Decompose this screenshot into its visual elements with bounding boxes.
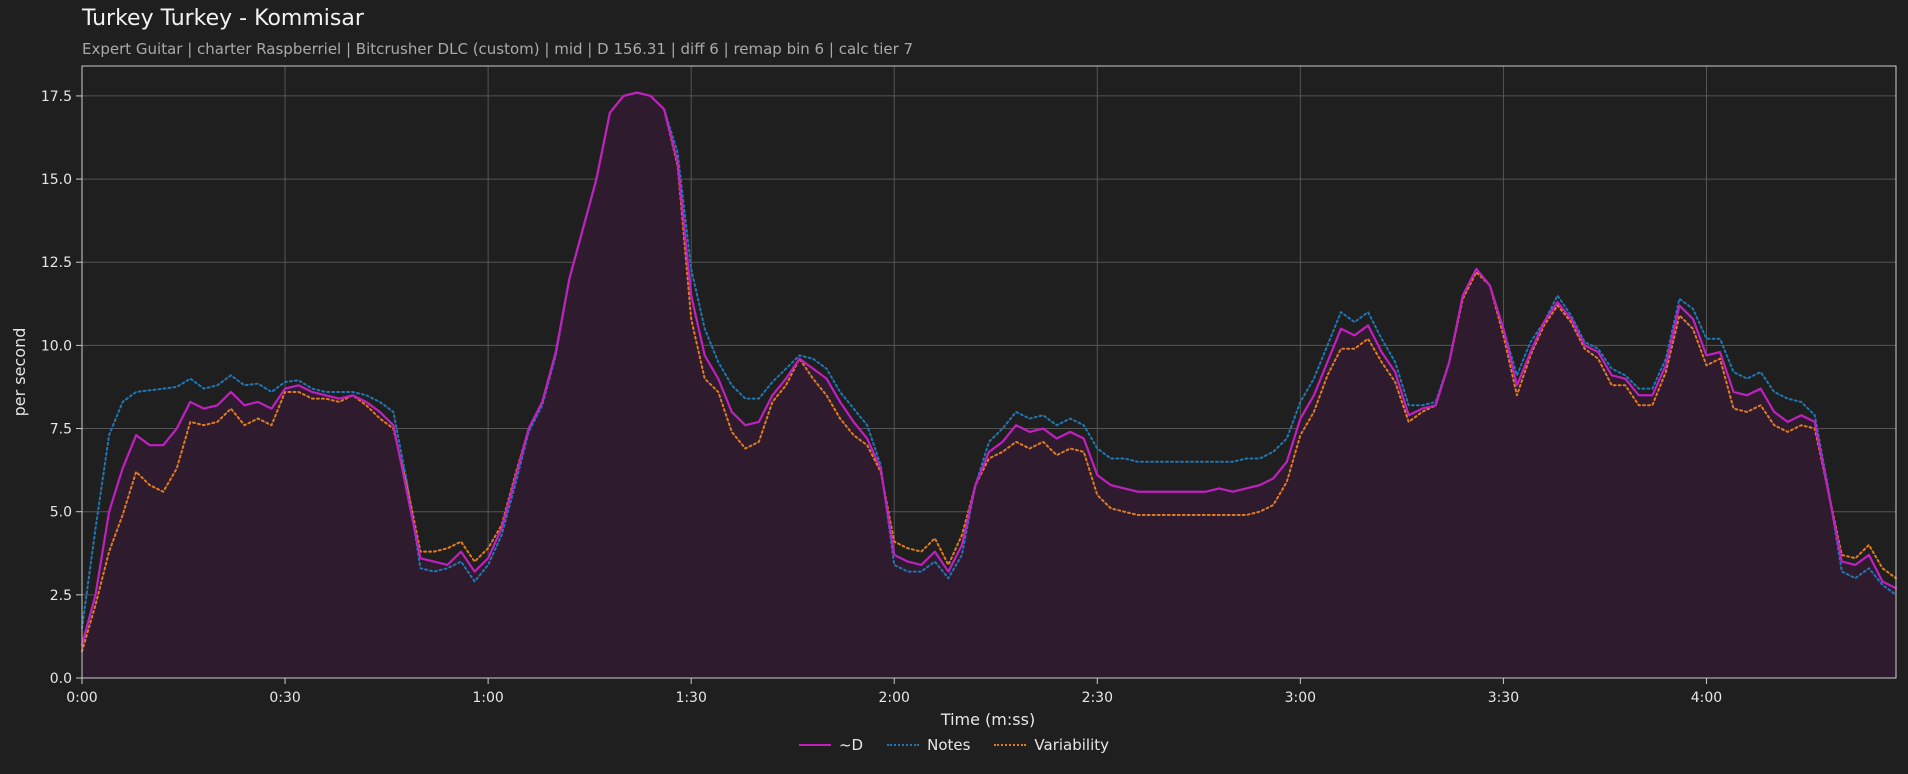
- y-tick-label: 0.0: [50, 671, 72, 687]
- y-axis-label: per second: [10, 328, 29, 417]
- legend-item-notes: Notes: [887, 736, 970, 754]
- legend-item-variability: Variability: [994, 736, 1109, 754]
- x-tick-label: 2:30: [1082, 690, 1113, 706]
- x-tick-label: 0:30: [269, 690, 300, 706]
- legend: ~D Notes Variability: [0, 736, 1908, 754]
- x-tick-label: 4:00: [1691, 690, 1722, 706]
- y-tick-label: 12.5: [41, 255, 72, 271]
- legend-swatch-variability: [994, 744, 1027, 746]
- legend-swatch-notes: [887, 744, 920, 746]
- y-tick-label: 7.5: [50, 422, 72, 438]
- chart-canvas: 0:00 0:30 1:00 1:30 2:00 2:30 3:00 3:30 4:00 0.0 2…: [10, 65, 1898, 729]
- x-tick-label: 3:30: [1488, 690, 1519, 706]
- y-tick-label: 5.0: [50, 505, 72, 521]
- legend-label-notes: Notes: [927, 736, 971, 754]
- y-tick-label: 10.0: [41, 338, 72, 354]
- x-tick-label: 2:00: [879, 690, 910, 706]
- legend-label-variability: Variability: [1034, 736, 1110, 754]
- x-tick-label: 0:00: [66, 690, 97, 706]
- y-tick-label: 15.0: [41, 172, 72, 188]
- y-tick-label: 2.5: [50, 588, 72, 604]
- x-axis-label: Time (m:ss): [940, 710, 1035, 729]
- x-tick-label: 1:00: [472, 690, 503, 706]
- y-tick-label: 17.5: [41, 89, 72, 105]
- legend-swatch-d: [798, 744, 831, 746]
- legend-label-d: ~D: [838, 736, 864, 754]
- legend-item-d: ~D: [798, 736, 864, 754]
- x-tick-label: 3:00: [1285, 690, 1316, 706]
- x-tick-label: 1:30: [675, 690, 706, 706]
